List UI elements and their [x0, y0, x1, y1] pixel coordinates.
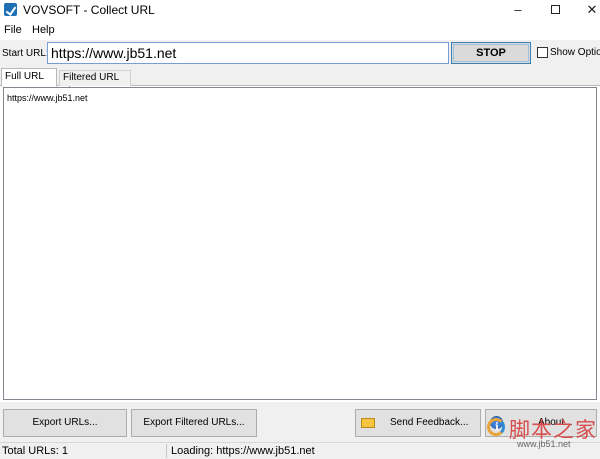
maximize-icon — [550, 5, 560, 15]
tab-full-url-list[interactable]: Full URL List — [1, 68, 57, 98]
minimize-button[interactable]: – — [498, 0, 538, 20]
status-total-urls: Total URLs: 1 — [2, 445, 69, 457]
tab-strip: Full URL List Filtered URL List — [0, 68, 600, 98]
watermark-subtext: www.jb51.net — [517, 439, 571, 449]
start-url-input[interactable] — [47, 42, 449, 64]
send-feedback-label: Send Feedback... — [390, 417, 469, 428]
close-button[interactable]: ✕ — [572, 0, 600, 20]
show-options-checkbox[interactable] — [537, 47, 548, 58]
menu-bar: File Help — [0, 22, 600, 39]
title-bar: VOVSOFT - Collect URL – ✕ — [0, 0, 600, 20]
envelope-icon — [361, 418, 375, 428]
watermark-logo-icon — [487, 418, 505, 436]
start-url-label: Start URL: — [2, 48, 49, 59]
send-feedback-button[interactable]: Send Feedback... — [355, 409, 481, 437]
menu-help[interactable]: Help — [32, 24, 55, 36]
url-list[interactable]: https://www.jb51.net — [3, 87, 597, 400]
list-item[interactable]: https://www.jb51.net — [7, 93, 88, 103]
stop-button[interactable]: STOP — [451, 42, 531, 64]
menu-file[interactable]: File — [4, 24, 22, 36]
status-loading: Loading: https://www.jb51.net — [171, 445, 315, 457]
show-options-label: Show Options — [550, 47, 600, 58]
app-logo-icon — [4, 3, 17, 16]
watermark: 脚本之家 www.jb51.net — [487, 412, 597, 449]
export-filtered-urls-button[interactable]: Export Filtered URLs... — [131, 409, 257, 437]
maximize-button[interactable] — [535, 0, 575, 20]
status-bar: Total URLs: 1 Loading: https://www.jb51.… — [0, 442, 600, 459]
export-urls-button[interactable]: Export URLs... — [3, 409, 127, 437]
tab-filtered-url-list[interactable]: Filtered URL List — [59, 70, 131, 97]
status-divider — [166, 444, 167, 458]
url-toolbar: Start URL: STOP Show Options — [0, 40, 600, 68]
window-title: VOVSOFT - Collect URL — [23, 3, 155, 17]
